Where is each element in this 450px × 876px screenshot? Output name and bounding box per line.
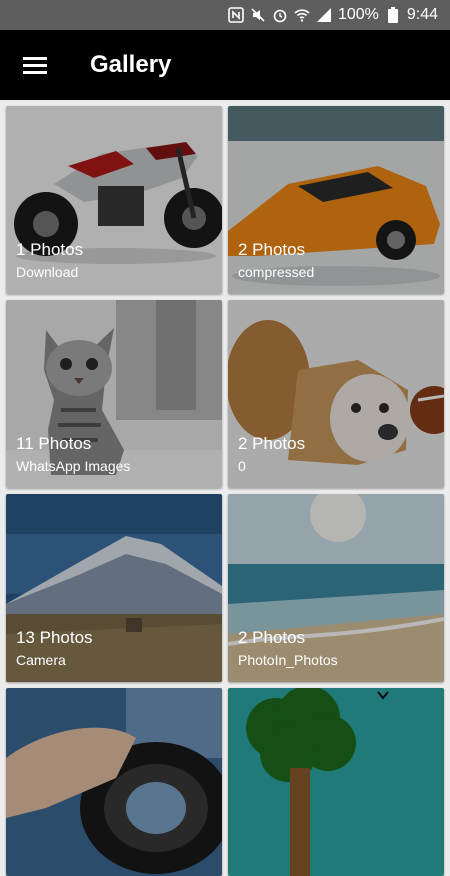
album-name: compressed — [238, 264, 315, 280]
menu-button[interactable] — [15, 45, 55, 85]
album-tile[interactable]: 2 Photos PhotoIn_Photos — [228, 494, 444, 682]
album-photo-count: 2 Photos — [238, 628, 306, 647]
album-tile[interactable]: 2 Photos 0 — [228, 300, 444, 488]
album-photo-count: 2 Photos — [238, 434, 306, 453]
tile-overlay — [228, 688, 444, 876]
alarm-icon — [272, 7, 288, 23]
mute-icon — [250, 7, 266, 23]
signal-icon — [316, 7, 332, 23]
album-name: PhotoIn_Photos — [238, 652, 338, 668]
app-bar: Gallery — [0, 30, 450, 100]
battery-icon — [385, 7, 401, 23]
album-photo-count: 11 Photos — [16, 434, 92, 453]
album-photo-count: 13 Photos — [16, 628, 93, 647]
album-tile[interactable] — [6, 688, 222, 876]
album-tile[interactable]: 1 Photos Download — [6, 106, 222, 294]
album-grid: 1 Photos Download 2 Photos compressed 11… — [6, 106, 444, 876]
tile-overlay — [228, 300, 444, 488]
album-tile[interactable]: 11 Photos WhatsApp Images — [6, 300, 222, 488]
album-photo-count: 1 Photos — [16, 240, 84, 259]
nfc-icon — [228, 7, 244, 23]
album-name: Download — [16, 264, 79, 280]
tile-overlay — [6, 688, 222, 876]
album-photo-count: 2 Photos — [238, 240, 306, 259]
page-title: Gallery — [90, 51, 172, 78]
hamburger-icon — [23, 57, 47, 74]
status-bar: 100% 9:44 — [0, 0, 450, 30]
album-name: 0 — [238, 458, 246, 474]
album-tile[interactable]: 2 Photos compressed — [228, 106, 444, 294]
album-tile[interactable]: 13 Photos Camera — [6, 494, 222, 682]
album-name: Camera — [16, 652, 66, 668]
album-name: WhatsApp Images — [16, 458, 131, 474]
album-tile[interactable] — [228, 688, 444, 876]
wifi-icon — [294, 7, 310, 23]
clock: 9:44 — [406, 6, 438, 23]
battery-percent: 100% — [337, 6, 379, 23]
